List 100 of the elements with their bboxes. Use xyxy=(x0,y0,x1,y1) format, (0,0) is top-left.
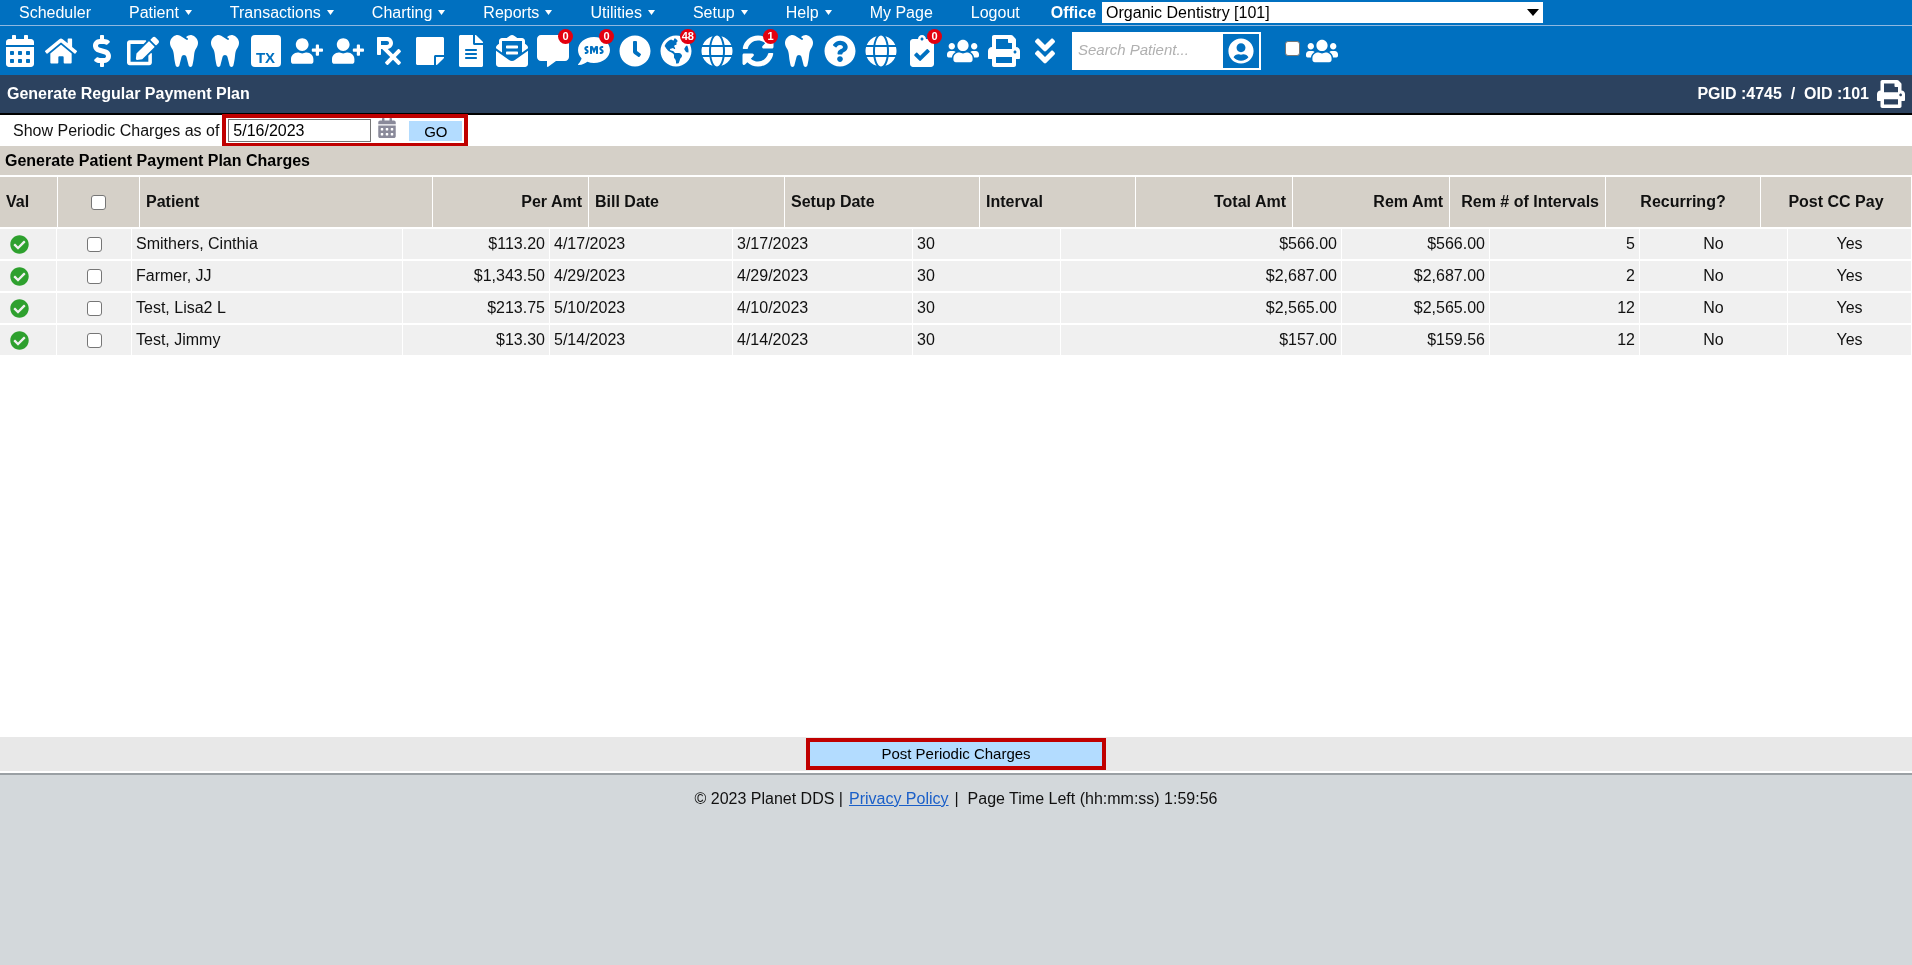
table-cell-text: 3/17/2023 xyxy=(737,234,809,254)
table-cell-text: $213.75 xyxy=(487,298,545,318)
table-cell-text: 30 xyxy=(917,266,935,286)
select-all-checkbox[interactable] xyxy=(91,194,106,210)
table-cell-text: Yes xyxy=(1836,330,1863,350)
menu-item[interactable]: Setup xyxy=(673,0,767,25)
row-checkbox[interactable] xyxy=(86,300,102,316)
row-checkbox[interactable] xyxy=(86,236,102,252)
menu-item[interactable]: Help xyxy=(766,0,851,25)
table-cell-text: Farmer, JJ xyxy=(136,266,212,286)
caret-icon xyxy=(740,10,748,15)
caret-icon xyxy=(647,10,655,15)
column-header: Post CC Pay xyxy=(1788,192,1884,212)
notification-badge: 0 xyxy=(599,28,614,44)
column-header: Per Amt xyxy=(521,192,582,212)
notification-badge: 0 xyxy=(558,28,573,44)
table-cell-text: 4/29/2023 xyxy=(554,266,626,286)
checkbox[interactable] xyxy=(1285,40,1300,56)
column-header: Bill Date xyxy=(595,192,659,212)
table-cell-text: No xyxy=(1703,298,1724,318)
office-select[interactable]: Organic Dentistry [101] xyxy=(1102,2,1544,23)
table-cell-text: 4/29/2023 xyxy=(737,266,809,286)
column-header: Rem # of Intervals xyxy=(1461,192,1599,212)
tooth-icon[interactable] xyxy=(167,34,200,67)
caret-icon xyxy=(184,10,192,15)
sms-icon[interactable] xyxy=(577,34,610,67)
menu-item[interactable]: Reports xyxy=(464,0,572,25)
office-label: Office xyxy=(1050,2,1097,23)
table-cell-text: $566.00 xyxy=(1427,234,1485,254)
menu-item[interactable]: Utilities xyxy=(571,0,674,25)
table-cell-text: $13.30 xyxy=(496,330,545,350)
menu-item[interactable]: Logout xyxy=(951,0,1039,25)
page-ids: PGID :4745 / OID :101 xyxy=(1697,84,1869,104)
table-cell-text: $1,343.50 xyxy=(473,266,545,286)
chat-icon[interactable] xyxy=(536,34,569,67)
post-charges-button[interactable]: Post Periodic Charges xyxy=(810,742,1102,767)
date-field[interactable]: 5/16/2023 xyxy=(228,119,372,142)
table-cell-text: $157.00 xyxy=(1279,330,1337,350)
search-bar[interactable]: Search Patient... xyxy=(1072,31,1261,70)
calendar-icon[interactable] xyxy=(3,34,36,67)
table-cell-text: 30 xyxy=(917,234,935,254)
globe-icon[interactable] xyxy=(864,34,897,67)
globe-icon[interactable] xyxy=(659,34,692,67)
privacy-policy-link[interactable]: Privacy Policy xyxy=(848,787,949,965)
table-cell-text: $566.00 xyxy=(1279,234,1337,254)
table-cell-text: Yes xyxy=(1836,234,1863,254)
tooth-icon[interactable] xyxy=(208,34,241,67)
clock-icon[interactable] xyxy=(618,34,651,67)
row-checkbox[interactable] xyxy=(86,268,102,284)
table-cell-text: 30 xyxy=(917,298,935,318)
table-cell-text: 30 xyxy=(917,330,935,350)
table-cell-text: Yes xyxy=(1836,266,1863,286)
menu-item[interactable]: My Page xyxy=(850,0,952,25)
dropdown-arrow-icon[interactable] xyxy=(1527,9,1540,16)
table-cell-text: Test, Lisa2 L xyxy=(136,298,226,318)
filter-label: Show Periodic Charges as of xyxy=(13,120,220,141)
column-header: Patient xyxy=(146,192,200,212)
caret-icon xyxy=(438,10,446,15)
table-cell-text: No xyxy=(1703,234,1724,254)
search-icon[interactable] xyxy=(1223,33,1259,68)
question-icon[interactable] xyxy=(823,34,856,67)
tooth-icon[interactable] xyxy=(782,34,815,67)
envelope-icon[interactable] xyxy=(495,34,528,67)
menu-item[interactable]: Transactions xyxy=(210,0,353,25)
print-icon[interactable] xyxy=(987,34,1020,67)
notification-badge: 0 xyxy=(927,28,942,44)
table-cell-text: 2 xyxy=(1626,266,1635,286)
table-cell-text: 4/17/2023 xyxy=(554,234,626,254)
calendar-icon[interactable] xyxy=(377,118,398,138)
globe-icon[interactable] xyxy=(700,34,733,67)
table-cell-text: $159.56 xyxy=(1427,330,1485,350)
table-cell-text: 5 xyxy=(1626,234,1635,254)
edit-icon[interactable] xyxy=(126,34,159,67)
table-cell-text: No xyxy=(1703,330,1724,350)
go-button[interactable]: GO xyxy=(409,120,463,141)
notification-badge: 48 xyxy=(679,28,696,44)
column-header: Interval xyxy=(986,192,1043,212)
table-cell-text: 4/14/2023 xyxy=(737,330,809,350)
menu-item[interactable]: Patient xyxy=(110,0,211,25)
menu-item[interactable]: Charting xyxy=(352,0,465,25)
table-cell-text: 12 xyxy=(1617,298,1635,318)
print-icon[interactable] xyxy=(1877,80,1905,108)
copyright-text: © 2023 Planet DDS | xyxy=(694,789,843,809)
note-icon[interactable] xyxy=(413,34,446,67)
column-header: Rem Amt xyxy=(1373,192,1443,212)
table-cell-text: No xyxy=(1703,266,1724,286)
table-cell-text: 5/14/2023 xyxy=(554,330,626,350)
caret-icon xyxy=(824,10,832,15)
tx-calendar-icon[interactable]: TX xyxy=(250,34,281,67)
row-checkbox[interactable] xyxy=(86,332,102,348)
column-header: Setup Date xyxy=(791,192,875,212)
table-cell-text: $113.20 xyxy=(488,234,545,254)
search-field[interactable]: Search Patient... xyxy=(1078,39,1221,62)
table-cell-text: Smithers, Cinthia xyxy=(136,234,258,254)
table-cell-text: $2,687.00 xyxy=(1265,266,1337,286)
column-header: Val xyxy=(6,192,30,212)
caret-icon xyxy=(545,10,553,15)
table-cell-text: 4/10/2023 xyxy=(737,298,809,318)
menu-item[interactable]: Scheduler xyxy=(0,0,111,25)
table-cell-text: 5/10/2023 xyxy=(554,298,626,318)
